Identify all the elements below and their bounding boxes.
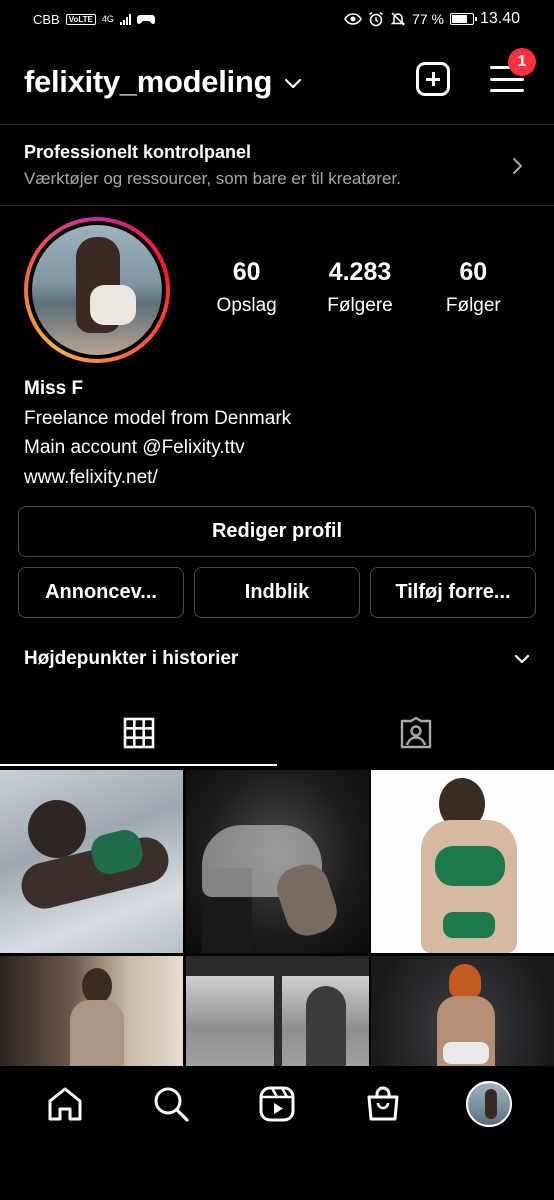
chevron-right-icon <box>513 158 522 174</box>
nav-profile[interactable] <box>457 1072 521 1136</box>
stat-followers[interactable]: 4.283 Følgere <box>305 258 415 317</box>
alarm-icon <box>369 11 383 27</box>
tab-tagged[interactable] <box>277 700 554 766</box>
stat-posts-label: Opslag <box>216 295 277 316</box>
insights-button[interactable]: Indblik <box>194 567 360 618</box>
username-switcher[interactable]: felixity_modeling <box>24 64 272 100</box>
professional-dashboard-title: Professionelt kontrolpanel <box>24 142 252 162</box>
bottom-navigation <box>0 1066 554 1142</box>
professional-dashboard[interactable]: Professionelt kontrolpanel Værktøjer og … <box>0 124 554 206</box>
gamepad-icon <box>136 15 155 24</box>
avatar-figure-body <box>90 285 136 325</box>
status-bar-right: 77 % 13.40 <box>344 10 520 28</box>
photo-3-bottom <box>443 912 495 938</box>
story-highlights-toggle[interactable]: Højdepunkter i historier <box>24 642 530 676</box>
create-post-button[interactable] <box>416 62 450 96</box>
home-icon <box>48 1087 82 1121</box>
carrier-label: CBB <box>33 11 60 27</box>
network-type-label: 4G <box>101 14 114 24</box>
status-bar: CBB VoLTE 4G 77 % 13.40 <box>0 0 554 38</box>
reels-icon <box>259 1086 295 1122</box>
post-thumbnail-3[interactable] <box>371 770 554 953</box>
bio-line-2[interactable]: Main account @Felixity.ttv <box>24 433 291 463</box>
status-bar-left: CBB VoLTE 4G <box>33 12 155 27</box>
add-shop-button[interactable]: Tilføj forre... <box>370 567 536 618</box>
chevron-down-icon <box>514 654 530 664</box>
photo-5-window-mullion <box>273 956 282 1066</box>
battery-percent: 77 % <box>412 11 444 27</box>
ad-tools-button[interactable]: Annoncev... <box>18 567 184 618</box>
profile-bio: Miss F Freelance model from Denmark Main… <box>24 374 291 492</box>
tab-posts-grid[interactable] <box>0 700 277 766</box>
stat-following[interactable]: 60 Følger <box>418 258 528 317</box>
display-name: Miss F <box>24 378 84 399</box>
bell-off-icon <box>390 12 406 26</box>
stat-posts-value: 60 <box>232 258 261 286</box>
post-thumbnail-2[interactable] <box>185 770 369 953</box>
battery-level <box>451 15 467 23</box>
nav-home[interactable] <box>33 1072 97 1136</box>
profile-avatar <box>466 1081 512 1127</box>
stat-followers-label: Følgere <box>327 295 393 316</box>
header-actions: 1 <box>416 48 536 96</box>
battery-icon <box>449 13 477 25</box>
eye-icon <box>344 13 362 25</box>
notification-badge: 1 <box>508 48 536 76</box>
profile-tabs <box>0 700 554 766</box>
volte-icon: VoLTE <box>65 13 96 25</box>
menu-button[interactable]: 1 <box>490 48 536 94</box>
stat-following-label: Følger <box>445 295 501 316</box>
nav-search[interactable] <box>139 1072 203 1136</box>
professional-dashboard-subtitle: Værktøjer og ressourcer, som bare er til… <box>24 169 401 188</box>
bio-line-1: Freelance model from Denmark <box>24 407 292 429</box>
photo-4-head <box>82 968 112 1004</box>
nav-shop[interactable] <box>351 1072 415 1136</box>
stat-following-value: 60 <box>459 258 488 286</box>
photo-6-outfit <box>443 1042 489 1064</box>
photo-3-top <box>435 846 505 886</box>
signal-icon <box>119 13 131 25</box>
clock: 13.40 <box>479 10 520 27</box>
stat-posts[interactable]: 60 Opslag <box>192 258 302 317</box>
grid-icon <box>123 717 154 749</box>
avatar <box>32 225 162 355</box>
system-gesture-area <box>0 1142 554 1200</box>
photo-6-cap <box>449 964 481 998</box>
shop-icon <box>367 1086 399 1121</box>
photo-1-head <box>28 800 86 858</box>
stat-followers-value: 4.283 <box>328 258 392 286</box>
profile-header: felixity_modeling 1 <box>0 48 554 110</box>
profile-stats: 60 Opslag 4.283 Følgere 60 Følger <box>190 258 530 317</box>
avatar-border <box>28 221 166 359</box>
post-thumbnail-1[interactable] <box>0 770 183 953</box>
story-highlights-title: Højdepunkter i historier <box>24 648 239 669</box>
search-icon <box>154 1087 189 1122</box>
bio-link[interactable]: www.felixity.net/ <box>24 463 291 493</box>
chevron-down-icon[interactable] <box>284 78 302 90</box>
profile-avatar-story-ring[interactable] <box>24 217 170 363</box>
nav-reels[interactable] <box>245 1072 309 1136</box>
tagged-icon <box>400 716 431 749</box>
edit-profile-button[interactable]: Rediger profil <box>18 506 536 557</box>
